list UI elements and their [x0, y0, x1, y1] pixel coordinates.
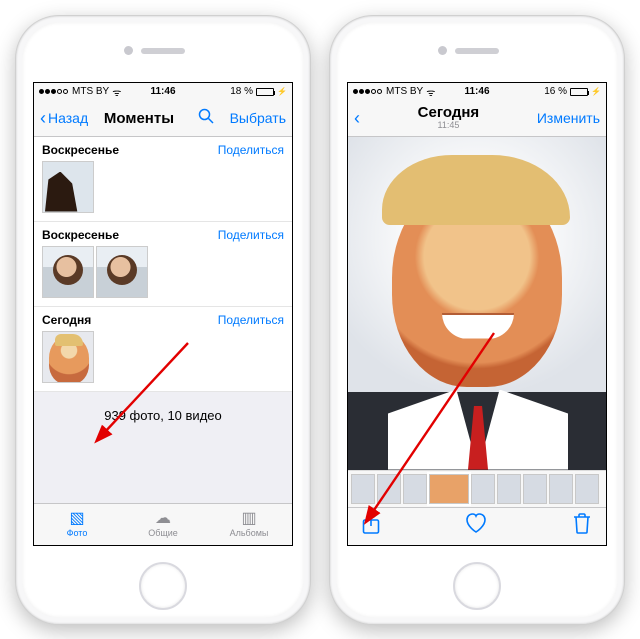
- tab-shared[interactable]: ☁Общие: [120, 504, 206, 545]
- nav-bar: ‹Назад Моменты Выбрать: [34, 101, 292, 137]
- phone-right: MTS BY ᯤ 11:46 16 % ⚡ ‹ Сегодня11:45 Изм…: [329, 15, 625, 625]
- battery-percent: 16 %: [544, 86, 567, 97]
- nav-title: Моменты: [104, 110, 174, 127]
- tab-bar: ▧Фото ☁Общие ▥Альбомы: [34, 503, 292, 545]
- toolbar: [348, 507, 606, 545]
- tab-photos[interactable]: ▧Фото: [34, 504, 120, 545]
- wifi-icon: ᯤ: [426, 85, 435, 99]
- photo-thumbnail[interactable]: [42, 246, 94, 298]
- home-button[interactable]: [453, 562, 501, 610]
- strip-thumb-selected[interactable]: [429, 474, 469, 504]
- photo-thumbnail[interactable]: [96, 246, 148, 298]
- wifi-icon: ᯤ: [112, 85, 121, 99]
- strip-thumb[interactable]: [351, 474, 375, 504]
- strip-thumb[interactable]: [377, 474, 401, 504]
- signal-dots-icon: [353, 86, 383, 97]
- battery-icon: [570, 88, 588, 96]
- tab-albums[interactable]: ▥Альбомы: [206, 504, 292, 545]
- battery-icon: [256, 88, 274, 96]
- share-link[interactable]: Поделиться: [218, 143, 284, 157]
- photos-icon: ▧: [69, 511, 84, 527]
- chevron-left-icon: ‹: [40, 109, 46, 127]
- signal-dots-icon: [39, 86, 69, 97]
- status-bar: MTS BY ᯤ 11:46 16 % ⚡: [348, 83, 606, 101]
- albums-icon: ▥: [241, 511, 256, 527]
- nav-subtitle: 11:45: [418, 121, 480, 131]
- nav-title: Сегодня11:45: [418, 105, 480, 131]
- select-button[interactable]: Выбрать: [230, 110, 286, 126]
- section-title: Сегодня: [42, 313, 91, 327]
- cloud-icon: ☁: [155, 511, 171, 527]
- section-title: Воскресенье: [42, 143, 119, 157]
- strip-thumb[interactable]: [549, 474, 573, 504]
- chevron-left-icon: ‹: [354, 109, 360, 127]
- battery-percent: 18 %: [230, 86, 253, 97]
- trash-icon[interactable]: [572, 512, 592, 540]
- favorite-icon[interactable]: [464, 512, 488, 540]
- strip-thumb[interactable]: [523, 474, 547, 504]
- photo-viewer[interactable]: [348, 137, 606, 470]
- section-title: Воскресенье: [42, 228, 119, 242]
- share-link[interactable]: Поделиться: [218, 228, 284, 242]
- photo-thumbnail[interactable]: [42, 161, 94, 213]
- thumbnail-strip[interactable]: [348, 470, 606, 507]
- back-button[interactable]: ‹: [354, 109, 360, 127]
- clock: 11:46: [150, 86, 175, 97]
- status-bar: MTS BY ᯤ 11:46 18 % ⚡: [34, 83, 292, 101]
- share-link[interactable]: Поделиться: [218, 313, 284, 327]
- moment-section: Воскресенье Поделиться: [34, 222, 292, 307]
- strip-thumb[interactable]: [575, 474, 599, 504]
- edit-button[interactable]: Изменить: [537, 110, 600, 126]
- strip-thumb[interactable]: [471, 474, 495, 504]
- clock: 11:46: [464, 86, 489, 97]
- strip-thumb[interactable]: [497, 474, 521, 504]
- carrier-label: MTS BY: [386, 86, 423, 97]
- charging-icon: ⚡: [277, 87, 287, 96]
- home-button[interactable]: [139, 562, 187, 610]
- moment-section: Воскресенье Поделиться: [34, 137, 292, 222]
- strip-thumb[interactable]: [403, 474, 427, 504]
- carrier-label: MTS BY: [72, 86, 109, 97]
- library-summary: 939 фото, 10 видео: [34, 392, 292, 439]
- moment-section: Сегодня Поделиться: [34, 307, 292, 392]
- share-icon[interactable]: [362, 512, 380, 540]
- charging-icon: ⚡: [591, 87, 601, 96]
- photo-thumbnail[interactable]: [42, 331, 94, 383]
- back-button[interactable]: ‹Назад: [40, 109, 88, 127]
- search-icon[interactable]: [198, 108, 214, 128]
- phone-left: MTS BY ᯤ 11:46 18 % ⚡ ‹Назад Моменты Выб…: [15, 15, 311, 625]
- nav-bar: ‹ Сегодня11:45 Изменить: [348, 101, 606, 137]
